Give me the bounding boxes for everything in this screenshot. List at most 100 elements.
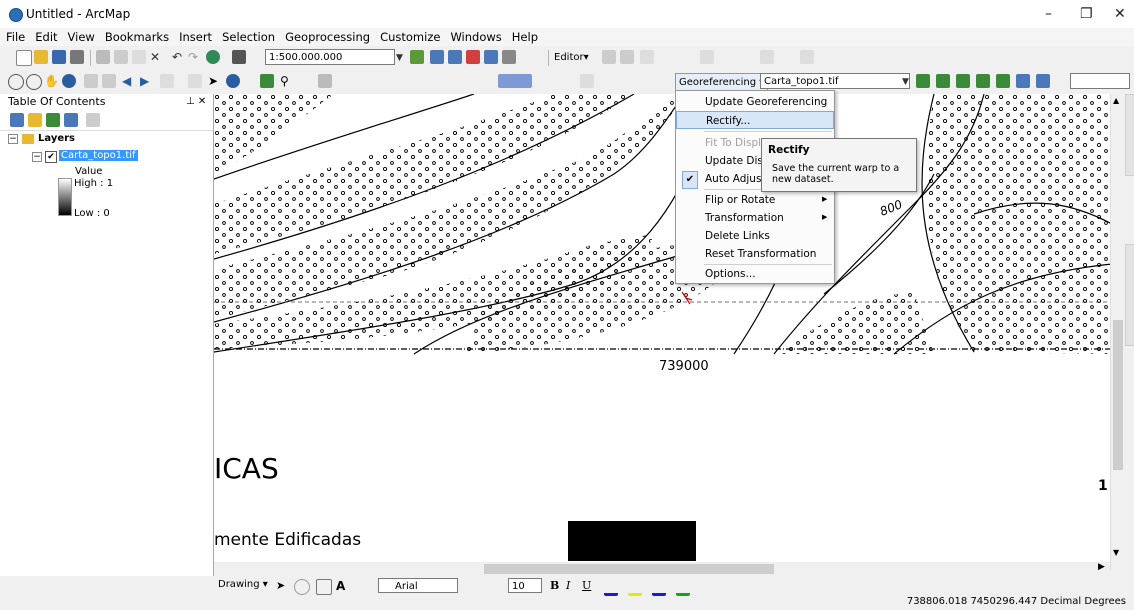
rotate-element-icon[interactable] — [294, 579, 310, 595]
layer-name[interactable]: Carta_topo1.tif — [59, 150, 138, 161]
text-icon[interactable]: A — [336, 579, 350, 593]
marker-color-icon[interactable] — [676, 579, 690, 596]
attributes-icon[interactable] — [760, 50, 774, 64]
rotate-icon[interactable] — [956, 74, 970, 88]
menu-file[interactable]: File — [2, 28, 29, 46]
map-scale-combo[interactable]: 1:500.000.000 — [265, 49, 395, 65]
sketch-tool-icon[interactable] — [620, 50, 634, 64]
menu-customize[interactable]: Customize — [376, 28, 444, 46]
horizontal-scroll-thumb[interactable] — [484, 564, 774, 574]
color-swatch-icon[interactable] — [498, 74, 532, 88]
measure-icon[interactable] — [318, 74, 332, 88]
line-color-icon[interactable] — [652, 579, 666, 596]
delete-icon[interactable]: ✕ — [150, 50, 164, 64]
list-by-selection-icon[interactable] — [64, 113, 78, 127]
scroll-right-icon[interactable]: ▶ — [1098, 562, 1105, 572]
zoom-out-icon[interactable] — [26, 74, 42, 90]
link-table-icon[interactable] — [1036, 74, 1050, 88]
layers-label[interactable]: Layers — [38, 133, 75, 144]
scroll-up-icon[interactable]: ▲ — [1113, 96, 1119, 105]
menu-insert[interactable]: Insert — [175, 28, 216, 46]
back-icon[interactable]: ◀ — [122, 74, 136, 88]
clear-selection-icon[interactable] — [188, 74, 202, 88]
menu-options[interactable]: Options... — [676, 265, 834, 283]
layer-visibility-checkbox[interactable]: ✔ — [45, 151, 57, 163]
fixed-zoom-out-icon[interactable] — [102, 74, 116, 88]
layout-toggle-icons[interactable] — [214, 562, 232, 576]
straight-segment-icon[interactable] — [640, 50, 654, 64]
view-link-table-icon[interactable] — [936, 74, 950, 88]
find-icon[interactable]: ⚲ — [280, 74, 294, 88]
select-features-icon[interactable] — [160, 74, 174, 88]
print-icon[interactable] — [70, 50, 84, 64]
paste-icon[interactable] — [132, 50, 146, 64]
restore-button[interactable]: ❐ — [1080, 6, 1093, 22]
edit-tool-icon[interactable] — [602, 50, 616, 64]
menu-reset-transformation[interactable]: Reset Transformation — [676, 245, 834, 263]
map-vertical-scrollbar[interactable]: ▲ ▼ — [1110, 94, 1125, 570]
menu-rectify[interactable]: Rectify... — [676, 111, 834, 129]
close-button[interactable]: ✕ — [1114, 6, 1126, 22]
bold-icon[interactable]: B — [550, 579, 564, 593]
python-window-icon[interactable] — [484, 50, 498, 64]
font-size-combo[interactable]: 10 — [508, 578, 542, 593]
menu-view[interactable]: View — [64, 28, 99, 46]
list-by-visibility-icon[interactable] — [46, 113, 60, 127]
list-by-drawing-order-icon[interactable] — [10, 113, 24, 127]
menu-bookmarks[interactable]: Bookmarks — [101, 28, 173, 46]
layers-collapse-icon[interactable]: − — [8, 134, 18, 144]
scroll-down-icon[interactable]: ▼ — [1113, 548, 1119, 557]
menu-help[interactable]: Help — [508, 28, 542, 46]
underline-icon[interactable]: U — [582, 579, 596, 593]
layer-collapse-icon[interactable]: − — [32, 152, 42, 162]
menu-update-georeferencing[interactable]: Update Georeferencing — [676, 93, 834, 111]
layer-dropdown-icon[interactable]: ▼ — [902, 74, 909, 87]
cut-icon[interactable] — [96, 50, 110, 64]
toc-window-icon[interactable] — [430, 50, 444, 64]
editor-menu[interactable]: Editor▾ — [554, 52, 589, 63]
menu-flip-or-rotate[interactable]: Flip or Rotate — [676, 191, 834, 209]
pan-icon[interactable]: ✋ — [44, 74, 59, 88]
options-icon[interactable] — [86, 113, 100, 127]
toc-pin-close[interactable]: ⊥ ✕ — [186, 94, 206, 110]
catalog-dock-tab[interactable] — [1125, 94, 1134, 176]
scale-dropdown-icon[interactable]: ▼ — [396, 50, 403, 63]
forward-icon[interactable]: ▶ — [140, 74, 154, 88]
menu-transformation[interactable]: Transformation — [676, 209, 834, 227]
undo-icon[interactable]: ↶ — [172, 50, 186, 64]
select-elements-draw-icon[interactable]: ➤ — [276, 579, 290, 593]
editor-toolbar-icon[interactable] — [410, 50, 424, 64]
catalog-window-icon[interactable] — [448, 50, 462, 64]
open-icon[interactable] — [34, 50, 48, 64]
italic-icon[interactable]: I — [566, 579, 580, 593]
viewer-icon[interactable] — [1016, 74, 1030, 88]
new-icon[interactable] — [16, 50, 32, 66]
font-combo[interactable]: Arial — [378, 578, 458, 593]
save-icon[interactable] — [52, 50, 66, 64]
toolbox-icon[interactable] — [466, 50, 480, 64]
rectangle-icon[interactable] — [316, 579, 332, 595]
zoom-in-icon[interactable] — [8, 74, 24, 90]
list-by-source-icon[interactable] — [28, 113, 42, 127]
map-view[interactable]: 739000 800 ICAS mente Edificadas 1 — [214, 94, 1112, 562]
layer-combo[interactable]: Carta_topo1.tif — [760, 73, 910, 89]
map-horizontal-scrollbar[interactable]: ▶ — [232, 562, 1110, 576]
table-icon[interactable] — [580, 74, 594, 88]
html-popup-icon[interactable] — [260, 74, 274, 88]
menu-windows[interactable]: Windows — [446, 28, 505, 46]
redo-icon[interactable]: ↷ — [188, 50, 202, 64]
search-input[interactable] — [1070, 73, 1130, 89]
modelbuilder-icon[interactable] — [502, 50, 516, 64]
fill-color-icon[interactable] — [628, 579, 642, 596]
font-color-icon[interactable] — [604, 579, 618, 596]
copy-icon[interactable] — [114, 50, 128, 64]
search-dock-tab[interactable] — [1125, 244, 1134, 346]
menu-delete-links[interactable]: Delete Links — [676, 227, 834, 245]
binoculars-icon[interactable] — [232, 50, 246, 64]
menu-geoprocessing[interactable]: Geoprocessing — [281, 28, 374, 46]
menu-selection[interactable]: Selection — [218, 28, 279, 46]
sketch-properties-icon[interactable] — [800, 50, 814, 64]
split-tool-icon[interactable] — [700, 50, 714, 64]
drawing-menu[interactable]: Drawing ▾ — [218, 579, 268, 590]
add-data-icon[interactable] — [206, 50, 220, 64]
